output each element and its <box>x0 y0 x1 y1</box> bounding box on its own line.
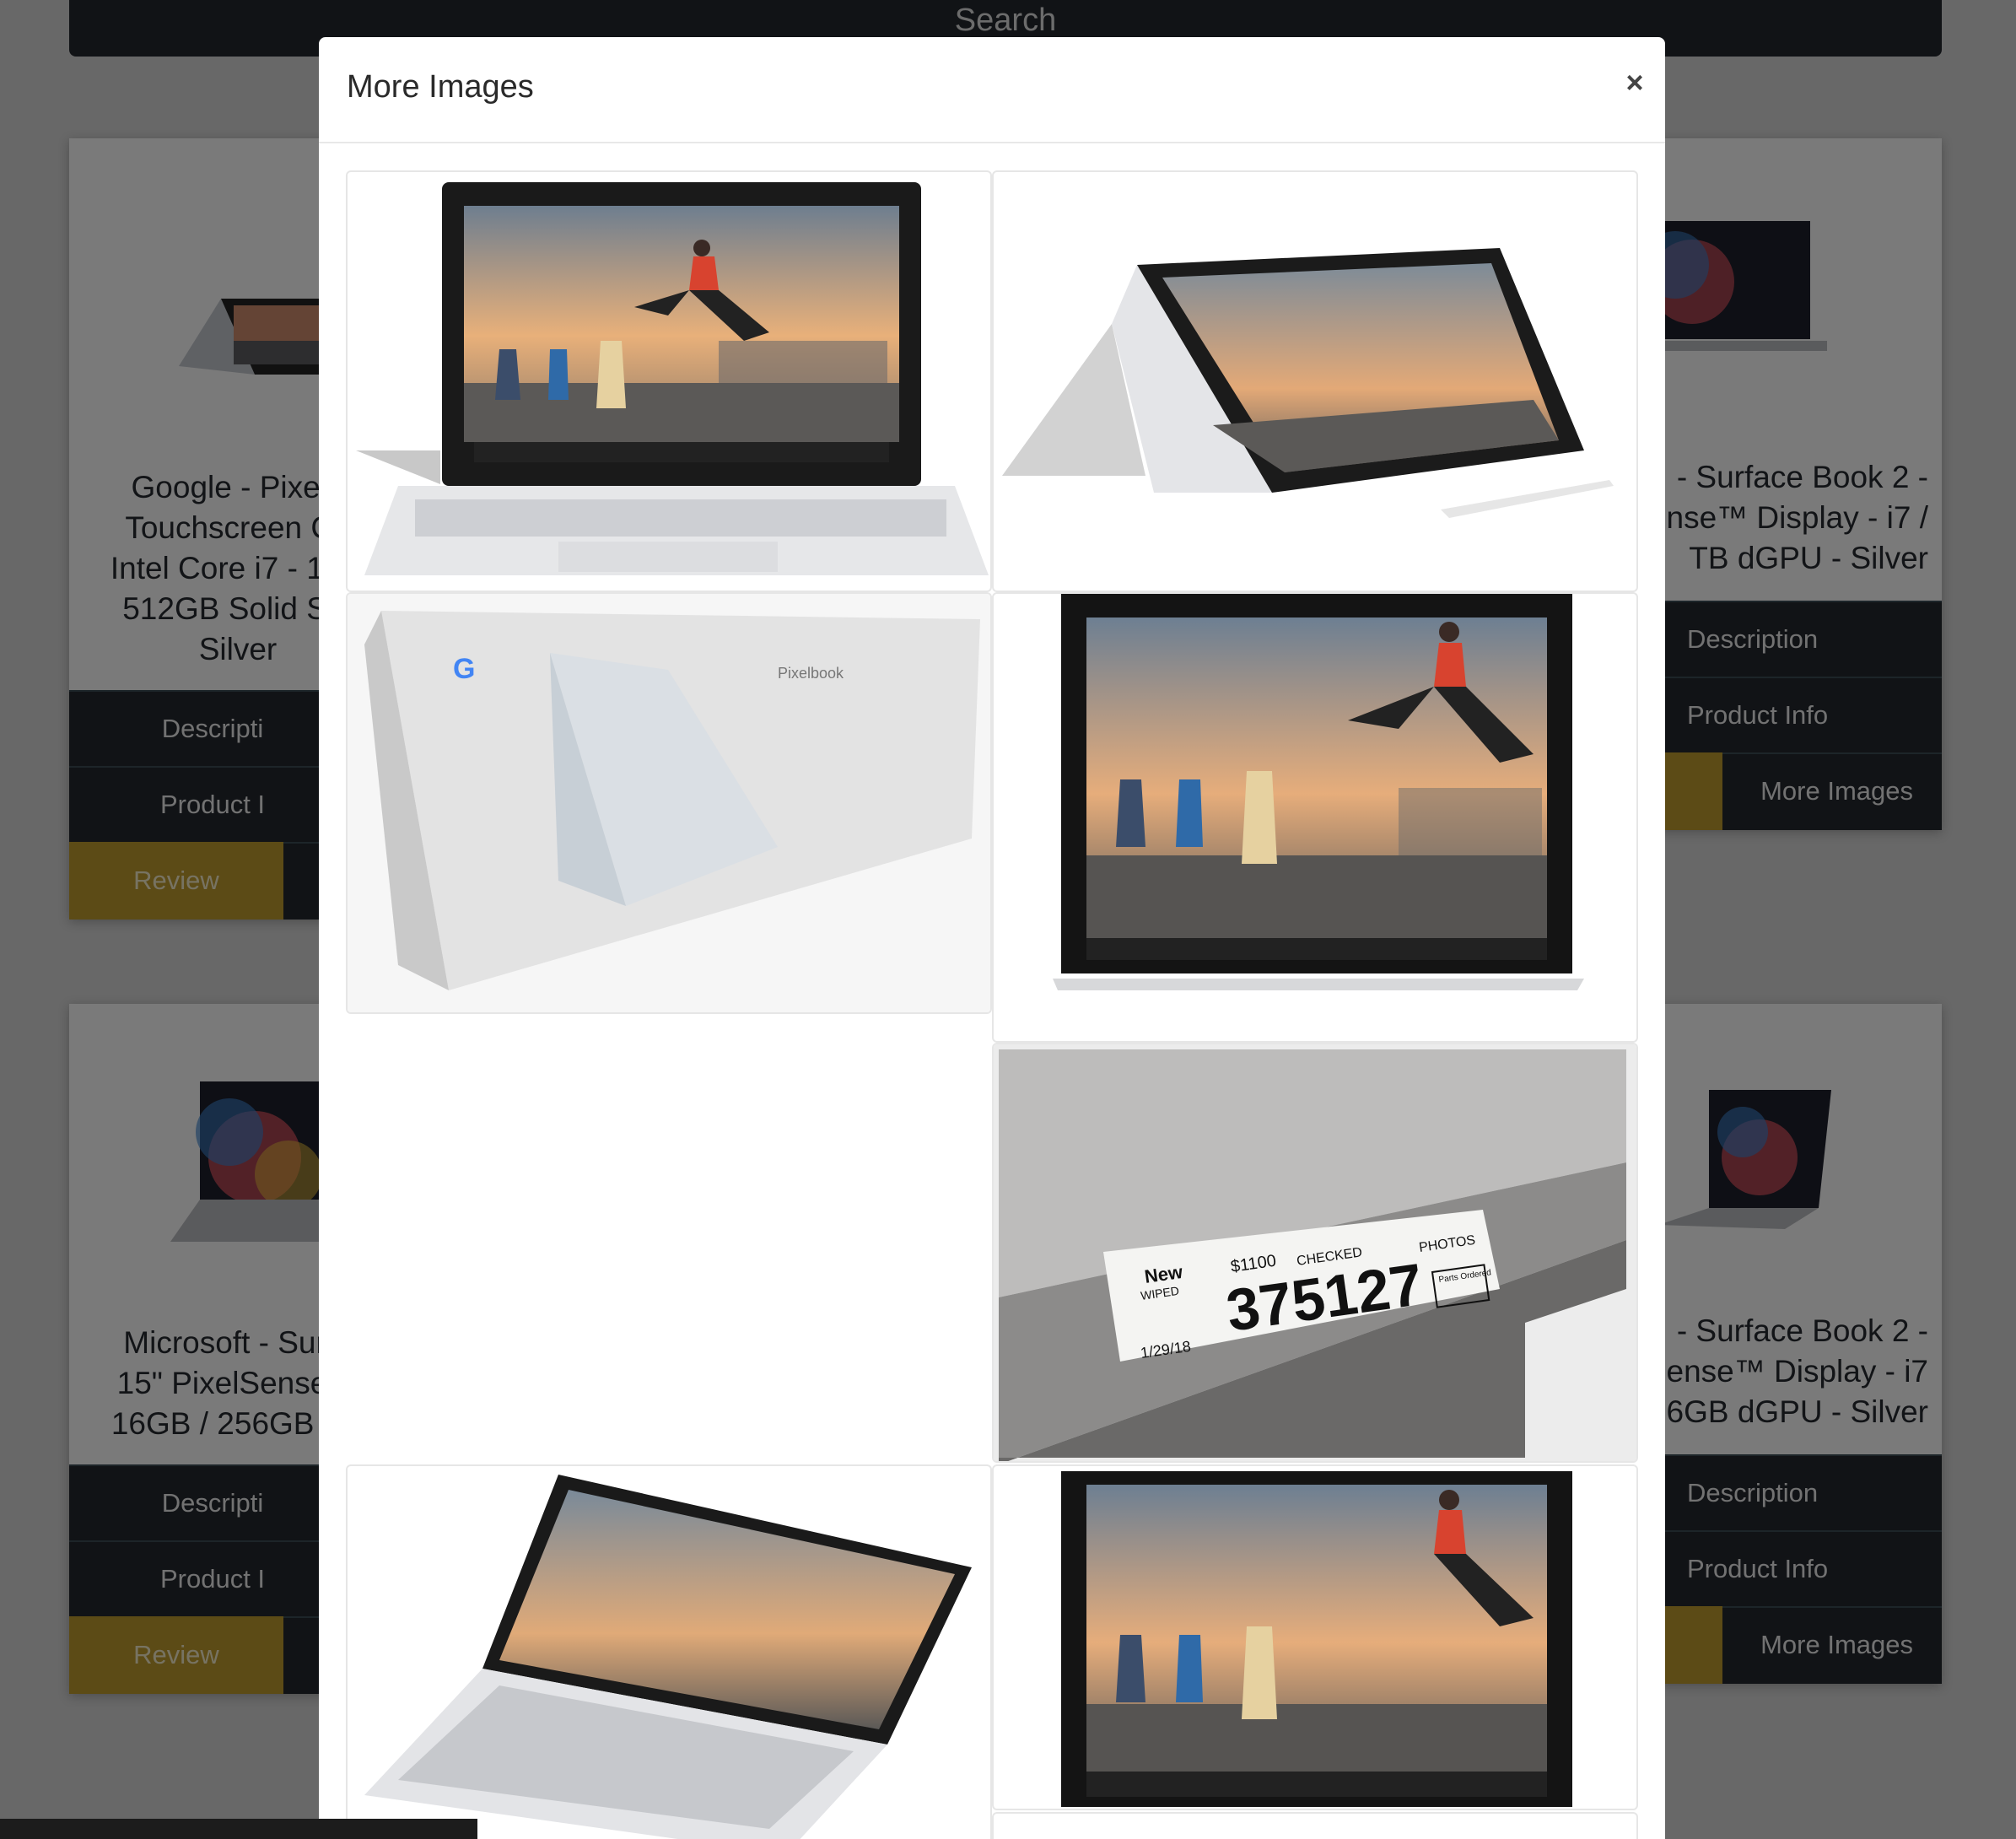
gallery-image-laptop-screen[interactable] <box>992 592 1638 1043</box>
gallery-image-laptop-angled[interactable] <box>346 1464 992 1839</box>
close-icon[interactable]: × <box>1618 66 1652 100</box>
modal-header: More Images × <box>319 37 1665 143</box>
modal-title: More Images <box>347 69 534 105</box>
more-images-modal: More Images × G Pixelbook New $1100 CHEC… <box>319 37 1665 1839</box>
svg-text:G: G <box>453 653 475 685</box>
gallery-image-placeholder[interactable] <box>992 1812 1638 1839</box>
bottom-bar <box>0 1819 477 1839</box>
gallery-image-asset-tag[interactable]: New $1100 CHECKED PHOTOS WIPED 375127 1/… <box>992 1043 1638 1463</box>
gallery-image-screen[interactable] <box>992 1464 1638 1810</box>
gallery-image-pixelbook-box[interactable]: G Pixelbook <box>346 592 992 1014</box>
svg-text:Pixelbook: Pixelbook <box>778 665 844 682</box>
gallery-image-laptop-tent[interactable] <box>992 170 1638 592</box>
gallery-image-laptop-front[interactable] <box>346 170 992 592</box>
